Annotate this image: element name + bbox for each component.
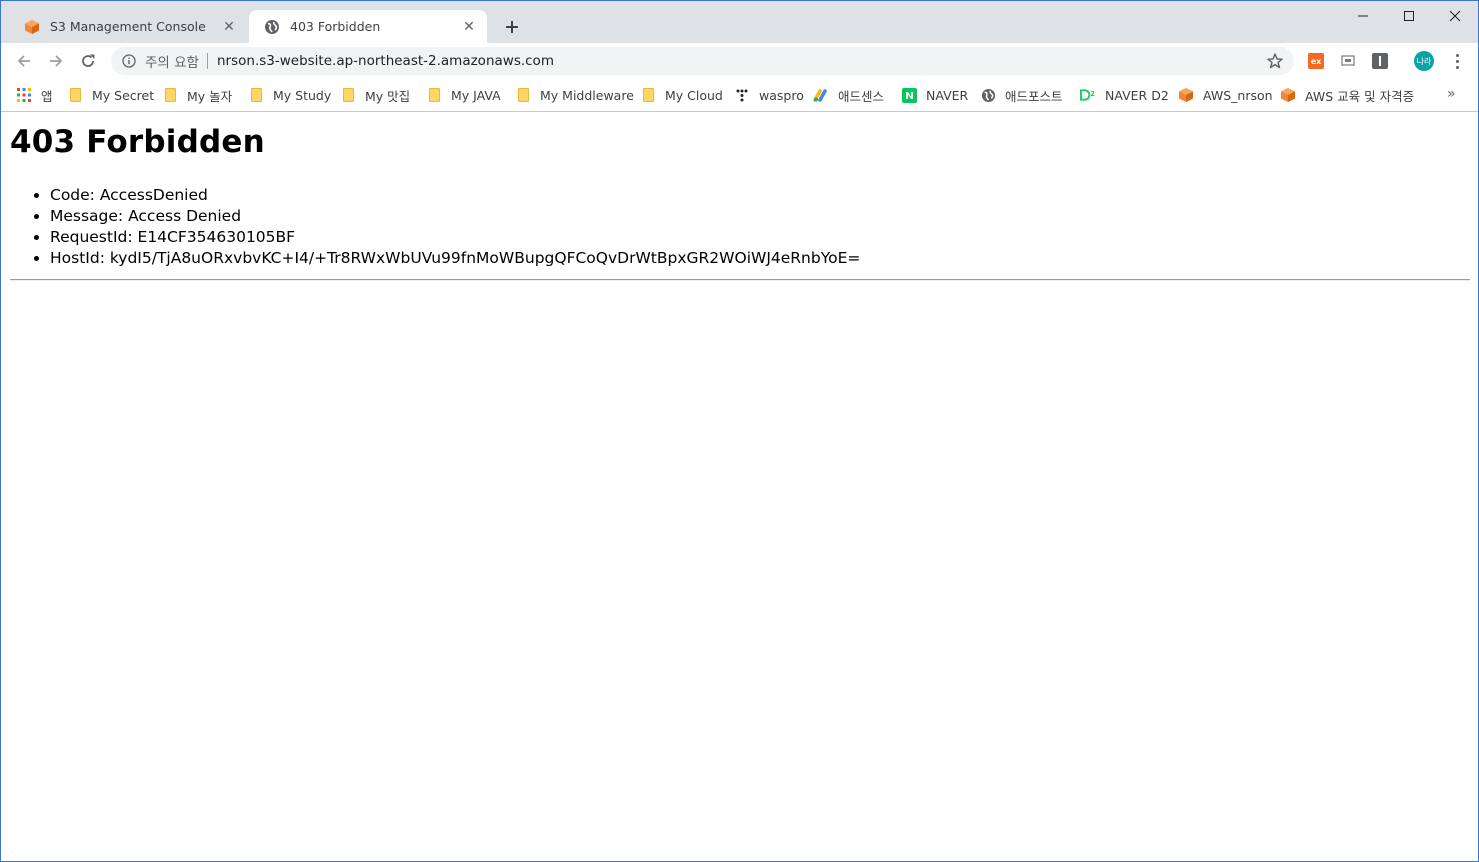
security-label[interactable]: 주의 요함 xyxy=(145,51,199,71)
bookmark-label: AWS 교육 및 자격증 xyxy=(1305,88,1415,104)
bookmark-label: AWS_nrson xyxy=(1203,87,1273,103)
bookmark-label: waspro xyxy=(759,87,804,103)
bookmark-apps[interactable]: 앱 xyxy=(16,85,53,105)
bookmarks-bar: 앱 My Secret My 놀자 My Study My 맛집 My JAVA… xyxy=(1,79,1478,112)
bookmark-label: My Cloud xyxy=(665,87,723,103)
arrow-right-icon xyxy=(50,55,63,67)
folder-icon xyxy=(67,87,83,103)
window-controls xyxy=(1340,1,1478,31)
bookmark-label: 애드포스트 xyxy=(1005,88,1063,104)
bookmark-label: My Secret xyxy=(92,87,155,103)
aws-cube-icon xyxy=(23,18,41,36)
page-title: 403 Forbidden xyxy=(10,124,265,160)
bookmark-my-java[interactable]: My JAVA xyxy=(426,85,501,105)
bookmark-naver-d2[interactable]: 2 NAVER D2 xyxy=(1080,85,1169,105)
divider xyxy=(206,53,208,69)
tab-strip: S3 Management Console ✕ 403 Forbidden ✕ xyxy=(1,1,1478,43)
bookmarks-overflow-button[interactable]: » xyxy=(1447,86,1456,102)
browser-window: S3 Management Console ✕ 403 Forbidden ✕ xyxy=(0,0,1479,862)
bookmark-my-secret[interactable]: My Secret xyxy=(67,85,154,105)
bookmark-label: 앱 xyxy=(41,88,53,104)
dots-icon xyxy=(734,87,750,103)
error-details-list: Code: AccessDenied Message: Access Denie… xyxy=(10,185,860,269)
url-text[interactable]: nrson.s3-website.ap-northeast-2.amazonaw… xyxy=(217,53,554,69)
tab-title: 403 Forbidden xyxy=(290,19,381,34)
bookmark-label: My JAVA xyxy=(451,87,501,103)
star-icon[interactable] xyxy=(1266,52,1284,70)
page-content: 403 Forbidden Code: AccessDenied Message… xyxy=(1,112,1478,861)
maximize-button[interactable] xyxy=(1386,1,1432,31)
arrow-left-icon xyxy=(17,55,30,67)
folder-icon xyxy=(426,87,442,103)
extension-info-icon[interactable] xyxy=(1372,53,1388,69)
bookmark-label: NAVER D2 xyxy=(1105,87,1169,103)
divider xyxy=(10,279,1470,281)
list-item: Code: AccessDenied xyxy=(50,185,860,206)
address-bar[interactable]: 주의 요함 nrson.s3-website.ap-northeast-2.am… xyxy=(111,47,1294,75)
aws-cube-icon xyxy=(1280,87,1296,103)
bookmark-label: NAVER xyxy=(926,87,969,103)
folder-icon xyxy=(640,87,656,103)
close-icon[interactable]: ✕ xyxy=(221,19,237,35)
bookmark-label: 애드센스 xyxy=(838,88,885,104)
close-window-button[interactable] xyxy=(1432,1,1478,31)
folder-icon xyxy=(340,87,356,103)
bookmark-adpost[interactable]: 애드포스트 xyxy=(980,85,1063,105)
globe-icon xyxy=(263,18,281,36)
bookmark-label: My Middleware xyxy=(540,87,634,103)
tab-s3-console[interactable]: S3 Management Console ✕ xyxy=(9,10,247,43)
extension-label: ex xyxy=(1310,56,1322,66)
bookmark-label: My 맛집 xyxy=(365,88,411,104)
list-item: Message: Access Denied xyxy=(50,206,860,227)
tab-title: S3 Management Console xyxy=(50,19,206,34)
list-item: RequestId: E14CF354630105BF xyxy=(50,227,860,248)
svg-text:2: 2 xyxy=(1090,90,1095,98)
bookmark-aws-training[interactable]: AWS 교육 및 자격증 xyxy=(1280,85,1414,105)
bookmark-adsense[interactable]: 애드센스 xyxy=(813,85,884,105)
minimize-button[interactable] xyxy=(1340,1,1386,31)
new-tab-button[interactable] xyxy=(500,15,524,39)
back-button[interactable] xyxy=(11,48,37,74)
globe-icon xyxy=(980,87,996,103)
bookmark-my-restaurants[interactable]: My 맛집 xyxy=(340,85,410,105)
bookmark-my-middleware[interactable]: My Middleware xyxy=(515,85,634,105)
more-menu-icon[interactable] xyxy=(1447,51,1467,71)
close-icon[interactable]: ✕ xyxy=(461,19,477,35)
bookmark-my-study[interactable]: My Study xyxy=(248,85,331,105)
bookmark-my-cloud[interactable]: My Cloud xyxy=(640,85,723,105)
folder-icon xyxy=(515,87,531,103)
tab-403-forbidden[interactable]: 403 Forbidden ✕ xyxy=(249,10,487,43)
aws-cube-icon xyxy=(1178,87,1194,103)
reload-icon xyxy=(82,54,95,67)
bookmark-label: My 놀자 xyxy=(187,88,233,104)
bookmark-waspro[interactable]: waspro xyxy=(734,85,804,105)
forward-button[interactable] xyxy=(43,48,69,74)
profile-avatar[interactable]: 나라 xyxy=(1414,51,1434,71)
bookmark-label: My Study xyxy=(273,87,332,103)
adsense-icon xyxy=(813,87,829,103)
extension-ex-icon[interactable]: ex xyxy=(1308,53,1324,69)
list-item: HostId: kydI5/TjA8uORxvbvKC+I4/+Tr8RWxWb… xyxy=(50,248,860,269)
apps-grid-icon xyxy=(16,87,32,103)
naver-icon xyxy=(901,87,917,103)
bookmark-my-play[interactable]: My 놀자 xyxy=(162,85,232,105)
reload-button[interactable] xyxy=(75,48,101,74)
bookmark-aws-nrson[interactable]: AWS_nrson xyxy=(1178,85,1273,105)
browser-toolbar: 주의 요함 nrson.s3-website.ap-northeast-2.am… xyxy=(1,43,1478,79)
d2-icon: 2 xyxy=(1080,87,1096,103)
folder-icon xyxy=(162,87,178,103)
bookmark-naver[interactable]: NAVER xyxy=(901,85,968,105)
info-icon[interactable] xyxy=(121,53,137,69)
extension-cast-icon[interactable] xyxy=(1340,53,1356,69)
folder-icon xyxy=(248,87,264,103)
